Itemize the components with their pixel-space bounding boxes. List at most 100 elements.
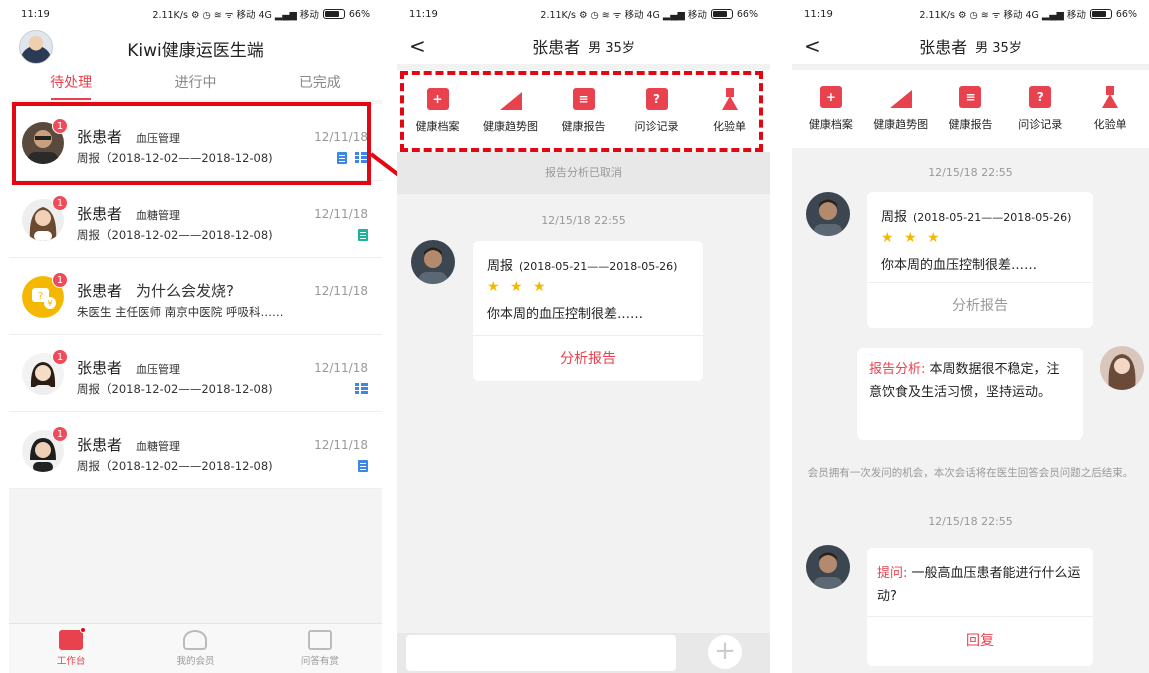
bottom-nav: 工作台 我的会员 问答有赏 <box>9 623 382 673</box>
chat-header: < 张患者 男 35岁 <box>792 28 1149 64</box>
app-header: Kiwi健康运医生端 <box>9 28 382 68</box>
analyze-report-button[interactable]: 分析报告 <box>473 335 703 381</box>
tab-pending[interactable]: 待处理 <box>9 68 133 100</box>
tool-consultation-record[interactable]: ? 问诊记录 <box>1005 86 1075 132</box>
system-message: 报告分析已取消 <box>397 152 770 194</box>
status-bar: 11:19 2.11K/s ⚙ ◷ ≋ ᯤ 移动 4G ▂▄▆ 移动 66% <box>9 0 382 28</box>
patient-name: 张患者 <box>532 38 581 57</box>
patient-chat-avatar[interactable] <box>806 192 850 236</box>
list-item[interactable]: 1 张患者 血压管理 周报（2018-12-02——2018-12-08) 12… <box>9 335 382 412</box>
rating-stars: ★ ★ ★ <box>487 279 549 295</box>
svg-text:?: ? <box>38 291 43 302</box>
question-icon: ? <box>1029 86 1052 108</box>
battery-level: 66% <box>1115 8 1137 20</box>
medical-kit-icon: + <box>819 86 842 108</box>
status-tabs: 待处理 进行中 已完成 <box>9 68 382 100</box>
nav-members[interactable]: 我的会员 <box>133 624 257 673</box>
battery-icon <box>1089 9 1112 19</box>
tool-health-report[interactable]: ≡ 健康报告 <box>936 86 1006 132</box>
doctor-analysis-bubble: 报告分析: 本周数据很不稳定，注意饮食及生活习惯，坚持运动。 <box>857 348 1083 440</box>
battery-icon <box>710 9 733 19</box>
screenshot-stage: 11:19 2.11K/s ⚙ ◷ ≋ ᯤ 移动 4G ▂▄▆ 移动 66% K… <box>0 0 1149 673</box>
chat-header: < 张患者 男 35岁 <box>397 28 770 64</box>
report-range: (2018-05-21——2018-05-26) <box>519 260 678 273</box>
plus-icon[interactable]: + <box>708 635 742 669</box>
report-title: 周报 <box>487 259 514 274</box>
patient-photo-icon <box>806 545 850 589</box>
report-summary: 你本周的血压控制很差…… <box>881 258 1038 273</box>
question-title: 为什么会发烧? <box>136 282 234 300</box>
status-time: 11:19 <box>21 8 50 20</box>
status-bar: 11:19 2.11K/s ⚙ ◷ ≋ ᯤ 移动 4G ▂▄▆ 移动 66% <box>792 0 1149 28</box>
tool-health-record[interactable]: + 健康档案 <box>796 86 866 132</box>
weekly-report-card: 周报 (2018-05-21——2018-05-26) ★ ★ ★ 你本周的血压控… <box>473 241 703 381</box>
report-summary: 你本周的血压控制很差…… <box>487 307 644 322</box>
patient-chat-avatar[interactable] <box>411 240 455 284</box>
doctor-chat-avatar[interactable] <box>1100 346 1144 390</box>
patient-info: 男 35岁 <box>975 40 1022 56</box>
list-item[interactable]: ? ¥ 1 张患者 为什么会发烧? 朱医生 主任医师 南京中医院 呼吸科…… 12… <box>9 258 382 335</box>
message-date: 12/11/18 <box>314 361 368 375</box>
tab-completed[interactable]: 已完成 <box>258 68 382 100</box>
status-time: 11:19 <box>804 8 833 20</box>
chat-timestamp: 12/15/18 22:55 <box>928 515 1013 528</box>
members-icon <box>183 630 208 650</box>
report-icon: ≡ <box>959 86 982 108</box>
app-title: Kiwi健康运医生端 <box>127 40 264 61</box>
care-type-label: 血糖管理 <box>136 209 180 222</box>
svg-text:¥: ¥ <box>47 299 52 308</box>
nav-qa-reward[interactable]: 问答有赏 <box>258 624 382 673</box>
patient-photo-icon <box>806 192 850 236</box>
record-toolbar: + 健康档案 健康趋势图 ≡ 健康报告 ? 问诊记录 化验单 <box>792 70 1149 148</box>
list-item[interactable]: 1 张患者 血糖管理 周报（2018-12-02——2018-12-08) 12… <box>9 412 382 489</box>
message-date: 12/11/18 <box>314 207 368 221</box>
doc-icon <box>358 460 368 472</box>
tool-label: 健康档案 <box>808 118 853 131</box>
tool-health-trend[interactable]: 健康趋势图 <box>866 86 936 132</box>
patient-name: 张患者 <box>77 282 123 300</box>
patient-photo-icon <box>411 240 455 284</box>
tab-in-progress[interactable]: 进行中 <box>133 68 257 100</box>
report-period: 周报（2018-12-02——2018-12-08) <box>77 459 273 473</box>
qa-reward-icon <box>307 630 332 650</box>
chat-input-bar: + <box>397 633 770 673</box>
doc-icon <box>358 229 368 241</box>
flask-icon <box>1099 86 1121 108</box>
patient-name: 张患者 <box>919 38 968 57</box>
unread-badge: 1 <box>52 195 68 211</box>
analyze-report-button[interactable]: 分析报告 <box>867 282 1093 328</box>
tool-label: 化验单 <box>1093 118 1127 131</box>
status-indicators: 2.11K/s ⚙ ◷ ≋ ᯤ 移动 4G ▂▄▆ 移动 <box>152 10 319 21</box>
tool-label: 问诊记录 <box>1018 118 1063 131</box>
chat-timestamp: 12/15/18 22:55 <box>928 166 1013 179</box>
reply-button[interactable]: 回复 <box>867 616 1093 666</box>
nav-label: 我的会员 <box>176 656 215 667</box>
message-date: 12/11/18 <box>314 438 368 452</box>
report-period: 周报（2018-12-02——2018-12-08) <box>77 382 273 396</box>
patient-chat-screen-answered: 11:19 2.11K/s ⚙ ◷ ≋ ᯤ 移动 4G ▂▄▆ 移动 66% <… <box>792 0 1149 673</box>
list-icon <box>355 383 368 394</box>
highlight-annotation-dashed-box <box>400 71 763 152</box>
battery-level: 66% <box>348 8 370 20</box>
status-indicators: 2.11K/s ⚙ ◷ ≋ ᯤ 移动 4G ▂▄▆ 移动 <box>919 10 1086 21</box>
session-notice: 会员拥有一次发问的机会，本次会话将在医生回答会员问题之后结束。 <box>807 467 1134 479</box>
tool-lab-sheet[interactable]: 化验单 <box>1075 86 1145 132</box>
highlight-annotation-box <box>12 102 371 185</box>
patient-chat-avatar[interactable] <box>806 545 850 589</box>
nav-label: 工作台 <box>56 656 86 667</box>
tool-label: 健康趋势图 <box>873 118 929 131</box>
nav-workbench[interactable]: 工作台 <box>9 624 133 673</box>
report-range: (2018-05-21——2018-05-26) <box>913 211 1072 224</box>
doctor-avatar[interactable] <box>19 30 53 64</box>
message-input[interactable] <box>406 635 676 671</box>
back-button[interactable]: < <box>409 34 426 58</box>
weekly-report-card: 周报 (2018-05-21——2018-05-26) ★ ★ ★ 你本周的血压控… <box>867 192 1093 328</box>
unread-badge: 1 <box>52 426 68 442</box>
status-indicators: 2.11K/s ⚙ ◷ ≋ ᯤ 移动 4G ▂▄▆ 移动 <box>540 10 707 21</box>
list-item[interactable]: 1 张患者 血糖管理 周报（2018-12-02——2018-12-08) 12… <box>9 181 382 258</box>
patient-question-bubble: 提问: 一般高血压患者能进行什么运动? 回复 <box>867 548 1093 666</box>
workbench-icon <box>59 627 87 650</box>
back-button[interactable]: < <box>804 34 821 58</box>
question-label: 提问: <box>877 566 908 581</box>
trend-chart-icon <box>889 86 912 108</box>
